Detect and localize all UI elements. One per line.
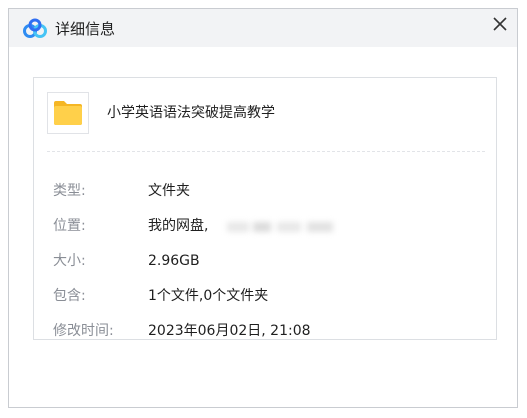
dialog-titlebar: 详细信息 <box>9 9 517 47</box>
details-panel: 小学英语语法突破提高教学 类型: 文件夹 位置: 我的网盘, 大小: 2.96G… <box>33 77 497 340</box>
size-value: 2.96GB <box>148 253 200 269</box>
size-label: 大小: <box>53 253 86 269</box>
details-dialog: 详细信息 小学英语语法突破提高教学 类型: 文件夹 位置: 我的网盘, 大小: … <box>8 8 518 408</box>
contains-value: 1个文件,0个文件夹 <box>148 288 269 304</box>
detail-row-location: 位置: 我的网盘, <box>34 215 494 237</box>
folder-icon <box>54 101 82 125</box>
modified-value: 2023年06月02日, 21:08 <box>148 323 311 339</box>
location-label: 位置: <box>53 218 86 234</box>
type-value: 文件夹 <box>148 183 190 199</box>
modified-label: 修改时间: <box>53 323 114 339</box>
divider <box>47 151 485 152</box>
folder-name: 小学英语语法突破提高教学 <box>107 105 275 121</box>
type-label: 类型: <box>53 183 86 199</box>
detail-row-size: 大小: 2.96GB <box>34 250 494 272</box>
detail-row-modified: 修改时间: 2023年06月02日, 21:08 <box>34 320 494 342</box>
close-icon[interactable] <box>490 14 510 34</box>
folder-thumbnail <box>47 92 89 134</box>
detail-row-type: 类型: 文件夹 <box>34 180 494 202</box>
detail-row-contains: 包含: 1个文件,0个文件夹 <box>34 285 494 307</box>
location-value[interactable]: 我的网盘, <box>148 215 208 237</box>
dialog-title: 详细信息 <box>55 20 116 38</box>
redacted-path <box>227 218 335 236</box>
contains-label: 包含: <box>53 288 86 304</box>
close-button[interactable] <box>490 14 510 34</box>
baidu-netdisk-cloud-icon <box>22 18 48 40</box>
